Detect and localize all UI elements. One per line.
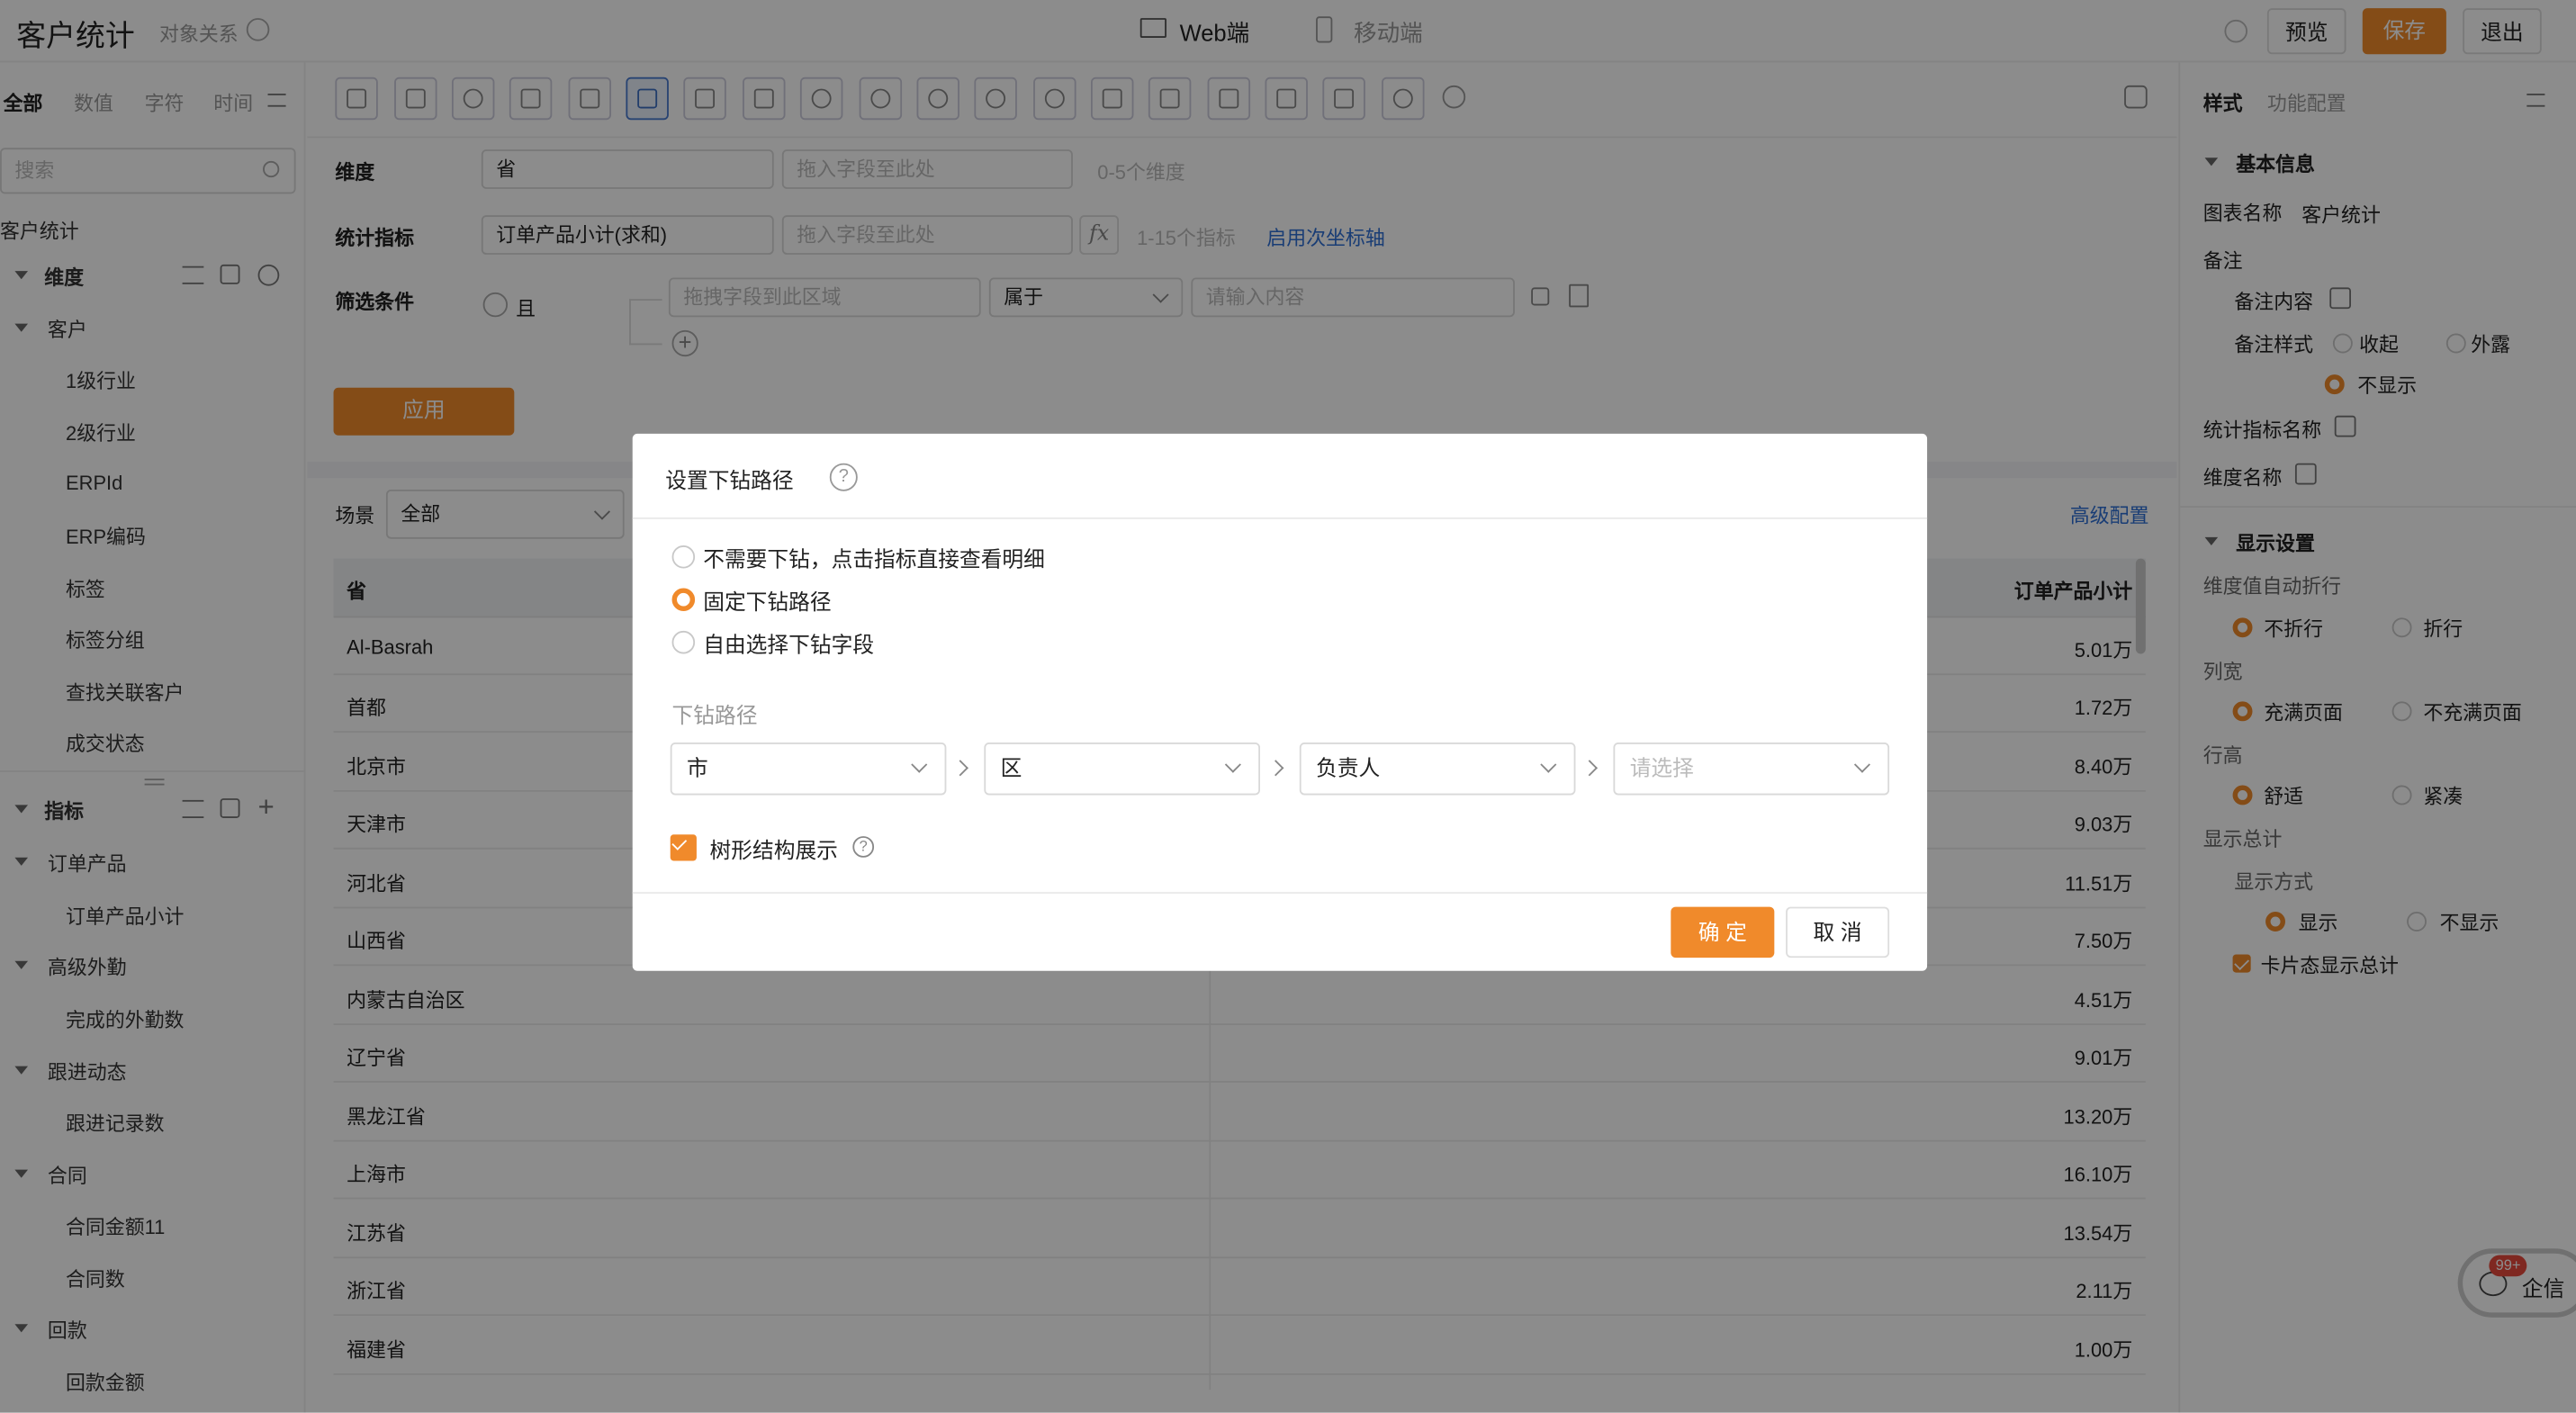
checkbox-label: 树形结构展示: [709, 837, 838, 863]
path-select-3[interactable]: 负责人: [1299, 742, 1576, 796]
confirm-button[interactable]: 确 定: [1671, 906, 1775, 958]
radio-no-drilldown[interactable]: [671, 544, 696, 569]
radio-label: 不需要下钻，点击指标直接查看明细: [703, 546, 1045, 572]
path-select-2[interactable]: 区: [984, 742, 1261, 796]
tree-view-checkbox[interactable]: [670, 834, 697, 861]
dialog-divider: [632, 517, 1928, 519]
radio-free-select[interactable]: [671, 630, 696, 654]
help-icon[interactable]: ?: [829, 463, 858, 491]
cancel-button[interactable]: 取 消: [1786, 906, 1890, 958]
dialog-title: 设置下钻路径: [665, 468, 794, 493]
radio-label: 固定下钻路径: [703, 590, 832, 615]
radio-fixed-path[interactable]: [671, 588, 696, 612]
path-select-1[interactable]: 市: [670, 742, 947, 796]
radio-label: 自由选择下钻字段: [703, 632, 875, 658]
app-window: 客户统计 对象关系 Web端 移动端 预览 保存 退出 全部 数值 字符 时间 …: [0, 0, 2576, 1413]
help-icon[interactable]: ?: [852, 836, 875, 858]
path-select-4[interactable]: 请选择: [1613, 742, 1890, 796]
drilldown-dialog: [632, 433, 1928, 971]
dialog-footer-divider: [632, 892, 1928, 894]
drill-path-label: 下钻路径: [671, 703, 758, 728]
